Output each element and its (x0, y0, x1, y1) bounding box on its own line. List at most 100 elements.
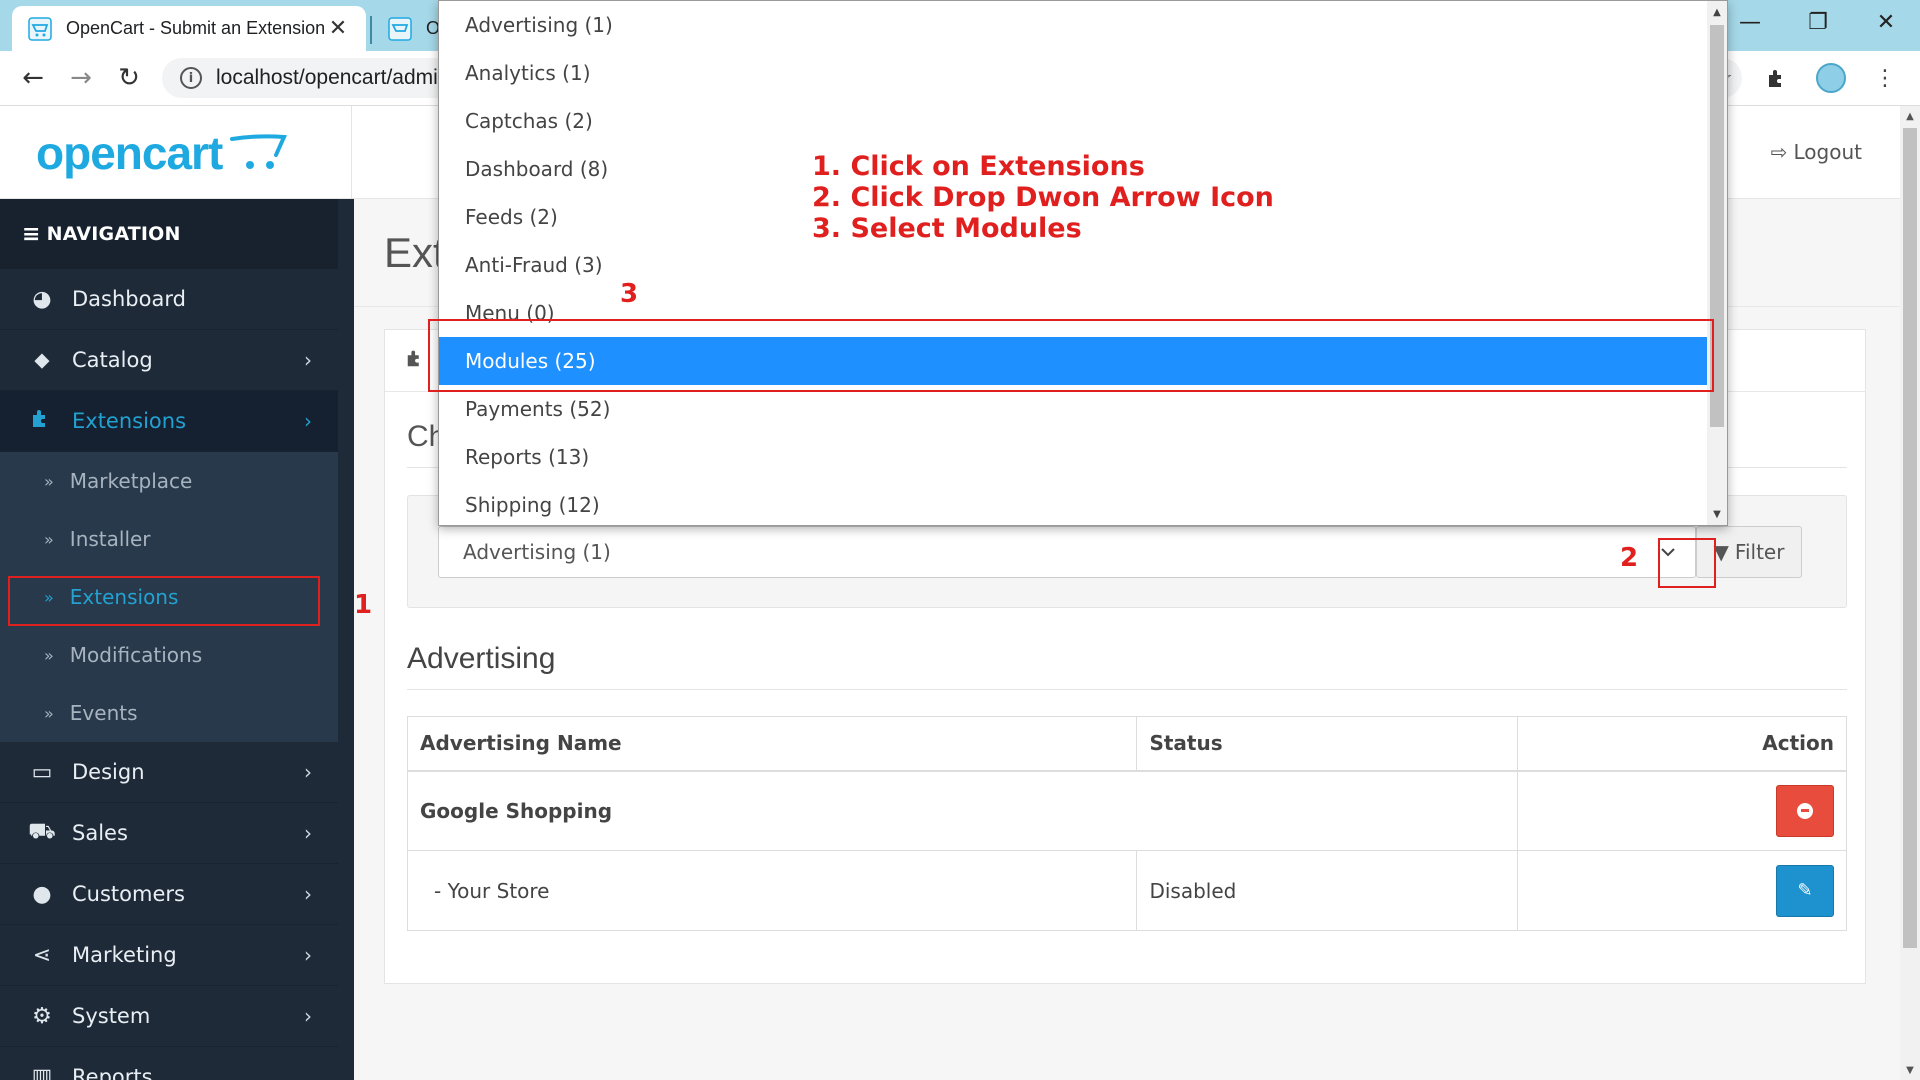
dropdown-scrollbar[interactable]: ▲ ▼ (1707, 1, 1727, 525)
user-icon: ● (32, 881, 52, 907)
forward-arrow-icon[interactable]: → (64, 61, 98, 95)
sidebar-scrollbar[interactable] (338, 199, 354, 1080)
puzzle-icon (405, 347, 427, 375)
opencart-logo: opencart (36, 126, 223, 179)
annotation-steps: 1. Click on Extensions 2. Click Drop Dwo… (812, 151, 1274, 244)
annotation-marker-1: 1 (354, 590, 373, 620)
store-name: - Your Store (406, 850, 1138, 931)
table-row: Google Shopping (406, 770, 1847, 851)
sidebar-item-catalog[interactable]: ⬥ Catalog › (0, 330, 338, 391)
browser-tab-title: OpenCart - Submit an Extension (66, 18, 326, 38)
submenu-item-events[interactable]: » Events (0, 684, 338, 742)
annotation-highlight-extensions (8, 576, 320, 626)
uninstall-button[interactable] (1776, 784, 1834, 837)
chevron-right-icon: › (304, 760, 312, 784)
pencil-icon: ✎ (1797, 880, 1813, 901)
double-chevron-icon: » (44, 471, 54, 491)
extensions-table: Advertising Name Status Action Google Sh… (406, 716, 1847, 931)
submenu-item-marketplace[interactable]: » Marketplace (0, 452, 338, 510)
back-arrow-icon[interactable]: ← (16, 61, 50, 95)
window-controls: — ❐ ✕ (1716, 0, 1920, 44)
submenu-item-label: Modifications (69, 643, 203, 667)
double-chevron-icon: » (44, 703, 54, 723)
annotation-step: 2. Click Drop Dwon Arrow Icon (812, 182, 1274, 213)
edit-button[interactable]: ✎ (1776, 864, 1834, 917)
scroll-down-icon[interactable]: ▼ (1707, 503, 1727, 525)
submenu-item-modifications[interactable]: » Modifications (0, 626, 338, 684)
sidebar-item-label: System (72, 1004, 151, 1028)
dropdown-option[interactable]: Captchas (2) (439, 97, 1707, 145)
browser-tab-active[interactable]: OpenCart - Submit an Extension ✕ (12, 6, 366, 51)
sidebar-item-system[interactable]: ⚙ System › (0, 986, 338, 1047)
hamburger-icon: ≡ (22, 221, 41, 247)
dropdown-option[interactable]: Reports (13) (439, 433, 1707, 481)
sidebar-item-extensions[interactable]: Extensions › (0, 391, 338, 452)
sidebar-item-design[interactable]: ▭ Design › (0, 742, 338, 803)
sidebar-item-label: Dashboard (72, 287, 186, 311)
opencart-favicon-icon (28, 16, 52, 41)
scroll-up-icon[interactable]: ▲ (1707, 1, 1727, 23)
page-scrollbar[interactable]: ▲ ▼ (1900, 106, 1920, 1080)
sidebar-item-label: Design (72, 760, 145, 784)
tab-close-icon[interactable]: ✕ (326, 16, 350, 41)
scroll-thumb[interactable] (1903, 128, 1917, 948)
submenu-item-label: Events (69, 701, 138, 725)
extension-type-dropdown-list: Advertising (1) Analytics (1) Captchas (… (438, 0, 1728, 526)
extension-name: Google Shopping (406, 770, 1519, 851)
sidebar-item-label: Reports (72, 1065, 153, 1080)
profile-avatar[interactable] (1814, 61, 1848, 95)
window-close-icon[interactable]: ✕ (1852, 0, 1920, 44)
logout-label: Logout (1793, 140, 1862, 164)
dropdown-option[interactable]: Shipping (12) (439, 481, 1707, 525)
annotation-highlight-arrow (1658, 538, 1716, 588)
submenu-item-label: Installer (69, 527, 151, 551)
chevron-right-icon: › (304, 1004, 312, 1028)
sidebar-item-label: Customers (72, 882, 185, 906)
monitor-icon: ▭ (31, 759, 53, 785)
column-header: Action (1517, 716, 1847, 772)
dashboard-icon: ◕ (32, 286, 52, 312)
site-info-icon[interactable]: i (180, 67, 202, 89)
sidebar-item-sales[interactable]: ⛟ Sales › (0, 803, 338, 864)
logout-link[interactable]: ⇨ Logout (1771, 140, 1862, 164)
logo-container[interactable]: opencart (0, 106, 352, 199)
sidebar-item-label: Marketing (72, 943, 177, 967)
minus-circle-icon (1797, 802, 1813, 819)
sidebar-item-customers[interactable]: ● Customers › (0, 864, 338, 925)
navigation-header[interactable]: ≡ NAVIGATION (0, 199, 338, 269)
dropdown-option[interactable]: Analytics (1) (439, 49, 1707, 97)
opencart-favicon-icon (388, 16, 412, 41)
sidebar-item-label: Catalog (72, 348, 153, 372)
tags-icon: ⬥ (34, 347, 50, 373)
annotation-marker-3: 3 (620, 279, 639, 309)
scroll-up-icon[interactable]: ▲ (1900, 106, 1920, 126)
sidebar-item-label: Extensions (72, 409, 187, 433)
section-title: Advertising (407, 642, 556, 675)
sidebar-item-reports[interactable]: ▥ Reports (0, 1047, 338, 1080)
annotation-step: 3. Select Modules (812, 213, 1082, 244)
status-cell: Disabled (1136, 850, 1519, 931)
submenu-item-installer[interactable]: » Installer (0, 510, 338, 568)
extensions-puzzle-icon[interactable] (1760, 61, 1794, 95)
page-title: Ext (384, 229, 445, 276)
tab-separator (370, 16, 372, 44)
action-cell: ✎ (1517, 850, 1847, 931)
chevron-right-icon: › (304, 882, 312, 906)
sidebar-navigation: ≡ NAVIGATION ◕ Dashboard ⬥ Catalog › Ext… (0, 199, 338, 1080)
restore-icon[interactable]: ❐ (1784, 0, 1852, 44)
scroll-down-icon[interactable]: ▼ (1900, 1060, 1920, 1080)
puzzle-icon (28, 406, 56, 436)
extension-type-select[interactable]: Advertising (1) (438, 526, 1696, 578)
dropdown-option[interactable]: Advertising (1) (439, 1, 1707, 49)
browser-toolbar-icons: ☆ ⋮ (1706, 61, 1902, 95)
kebab-menu-icon[interactable]: ⋮ (1868, 61, 1902, 95)
divider (407, 689, 1847, 690)
reload-icon[interactable]: ↻ (112, 61, 146, 95)
dropdown-option[interactable]: Payments (52) (439, 385, 1707, 433)
sidebar-item-dashboard[interactable]: ◕ Dashboard (0, 269, 338, 330)
chevron-right-icon: › (304, 821, 312, 845)
sidebar-item-marketing[interactable]: ⋖ Marketing › (0, 925, 338, 986)
share-icon: ⋖ (32, 942, 52, 968)
column-header: Advertising Name (406, 716, 1138, 772)
submenu-item-label: Marketplace (69, 469, 193, 493)
